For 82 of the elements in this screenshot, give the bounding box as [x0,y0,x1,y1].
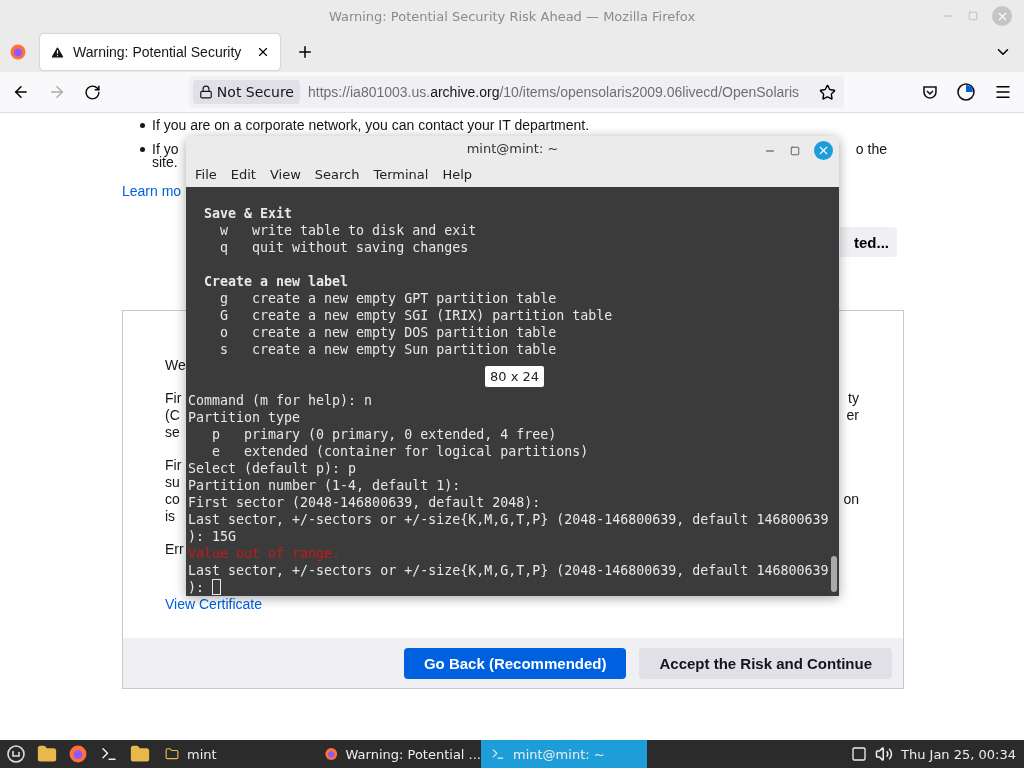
bullet-text: If yo [152,141,179,157]
menu-item[interactable]: Help [435,166,480,182]
tray-icon[interactable] [851,746,867,762]
browser-logo-icon[interactable] [10,44,26,60]
terminal-line: Select (default p): p [188,460,357,477]
terminal-line: First sector (2048-146800639, default 2048): [188,494,541,511]
paragraph-text: Err [165,541,184,558]
bullet-icon [140,122,145,128]
terminal-line: Save & Exit [204,205,293,222]
terminal-line: q quit without saving changes [219,239,469,256]
close-button[interactable] [814,141,833,160]
terminal-title: mint@mint: ~ [466,141,559,157]
clock[interactable]: Thu Jan 25, 00:34 [901,746,1016,762]
menu-icon[interactable] [994,83,1012,101]
lock-icon [198,85,213,99]
menu-item[interactable]: File [188,166,224,182]
terminal-line: w write table to disk and exit [219,222,477,239]
address-field[interactable]: Not Secure https://ia801003.us.archive.org/10/items/opensolaris2009.06livecd/OpenSolaris [188,76,845,108]
terminal-line: o create a new empty DOS partition table [219,324,557,341]
close-icon[interactable] [256,45,270,59]
bullet-icon [140,146,145,152]
warning-icon [50,44,65,60]
terminal-line: Create a new label [204,273,349,290]
account-icon[interactable] [956,82,977,102]
not-secure-chip[interactable]: Not Secure [192,80,300,104]
bullet-text: If you are on a corporate network, you can contact your IT department. [152,117,590,133]
terminal-line: ): [188,579,205,596]
terminal-line: Value out of range. [188,545,341,562]
browser-logo-icon[interactable] [325,747,338,761]
menu-item[interactable]: Terminal [366,166,436,182]
terminal-line: p primary (0 primary, 0 extended, 4 free) [211,426,557,443]
maximize-icon[interactable] [790,145,800,156]
paragraph-text: ty [848,390,859,407]
paragraph-text: Fir [165,457,182,474]
paragraph-text: er [846,407,859,424]
paragraph-text: We [165,357,186,374]
folder-icon [165,747,179,761]
terminal-line: G create a new empty SGI (IRIX) partition table [219,307,613,324]
browser-logo-icon[interactable] [68,745,87,763]
terminal-line: s create a new empty Sun partition table [219,341,557,358]
close-icon [817,144,830,157]
terminal-line: e extended (container for logical partitions) [211,443,589,460]
paragraph-text: on [843,491,859,508]
paragraph-text: Fir [165,390,182,407]
window-title: Warning: Potential Security Risk Ahead — Mozilla Firefox [328,8,696,24]
paragraph-text: (C [165,407,180,424]
terminal-icon[interactable] [99,745,118,763]
paragraph-text: is [165,508,176,525]
view-certificate-link[interactable]: View Certificate [165,596,262,612]
terminal-icon [491,747,505,761]
menu-item[interactable]: Edit [223,166,263,182]
folder-icon[interactable] [129,744,150,764]
terminal-line: Partition number (1-4, default 1): [188,477,461,494]
bullet-text: o the [855,141,887,157]
paragraph-text: se [165,424,180,441]
text-cursor [212,579,222,595]
pocket-icon[interactable] [922,84,939,100]
start-menu-icon[interactable] [6,745,25,763]
go-back-button[interactable]: Go Back (Recommended) [403,647,627,679]
learn-more-link[interactable]: Learn mo [122,183,182,199]
terminal-line: ): 15G [188,528,237,545]
new-tab-icon[interactable] [296,43,314,61]
accept-button[interactable]: Accept the Risk and Continue [639,647,892,679]
size-tooltip: 80 x 24 [485,366,545,387]
volume-icon[interactable] [875,745,893,763]
reload-icon[interactable] [83,83,101,101]
terminal-line: Last sector, +/-sectors or +/-size{K,M,G,T,P} (2048-146800639, default 146800639 [188,562,829,579]
back-icon[interactable] [12,83,30,101]
terminal-line: Command (m for help): n [188,392,373,409]
terminal-line: Partition type [188,409,301,426]
advanced-button[interactable]: ted... [840,227,897,257]
menu-item[interactable]: Search [307,166,367,182]
paragraph-text: co [165,491,180,508]
folder-icon[interactable] [36,744,57,764]
taskbar-window[interactable]: Warning: Potential ... [315,740,481,768]
terminal-line: Last sector, +/-sectors or +/-size{K,M,G,T,P} (2048-146800639, default 146800639 [188,511,829,528]
menu-item[interactable]: View [262,166,308,182]
paragraph-text: su [165,474,180,491]
terminal-line: g create a new empty GPT partition table [219,290,557,307]
browser-tab[interactable]: Warning: Potential Security [40,34,280,70]
star-icon[interactable] [819,83,837,101]
taskbar-window[interactable]: mint [155,740,315,768]
